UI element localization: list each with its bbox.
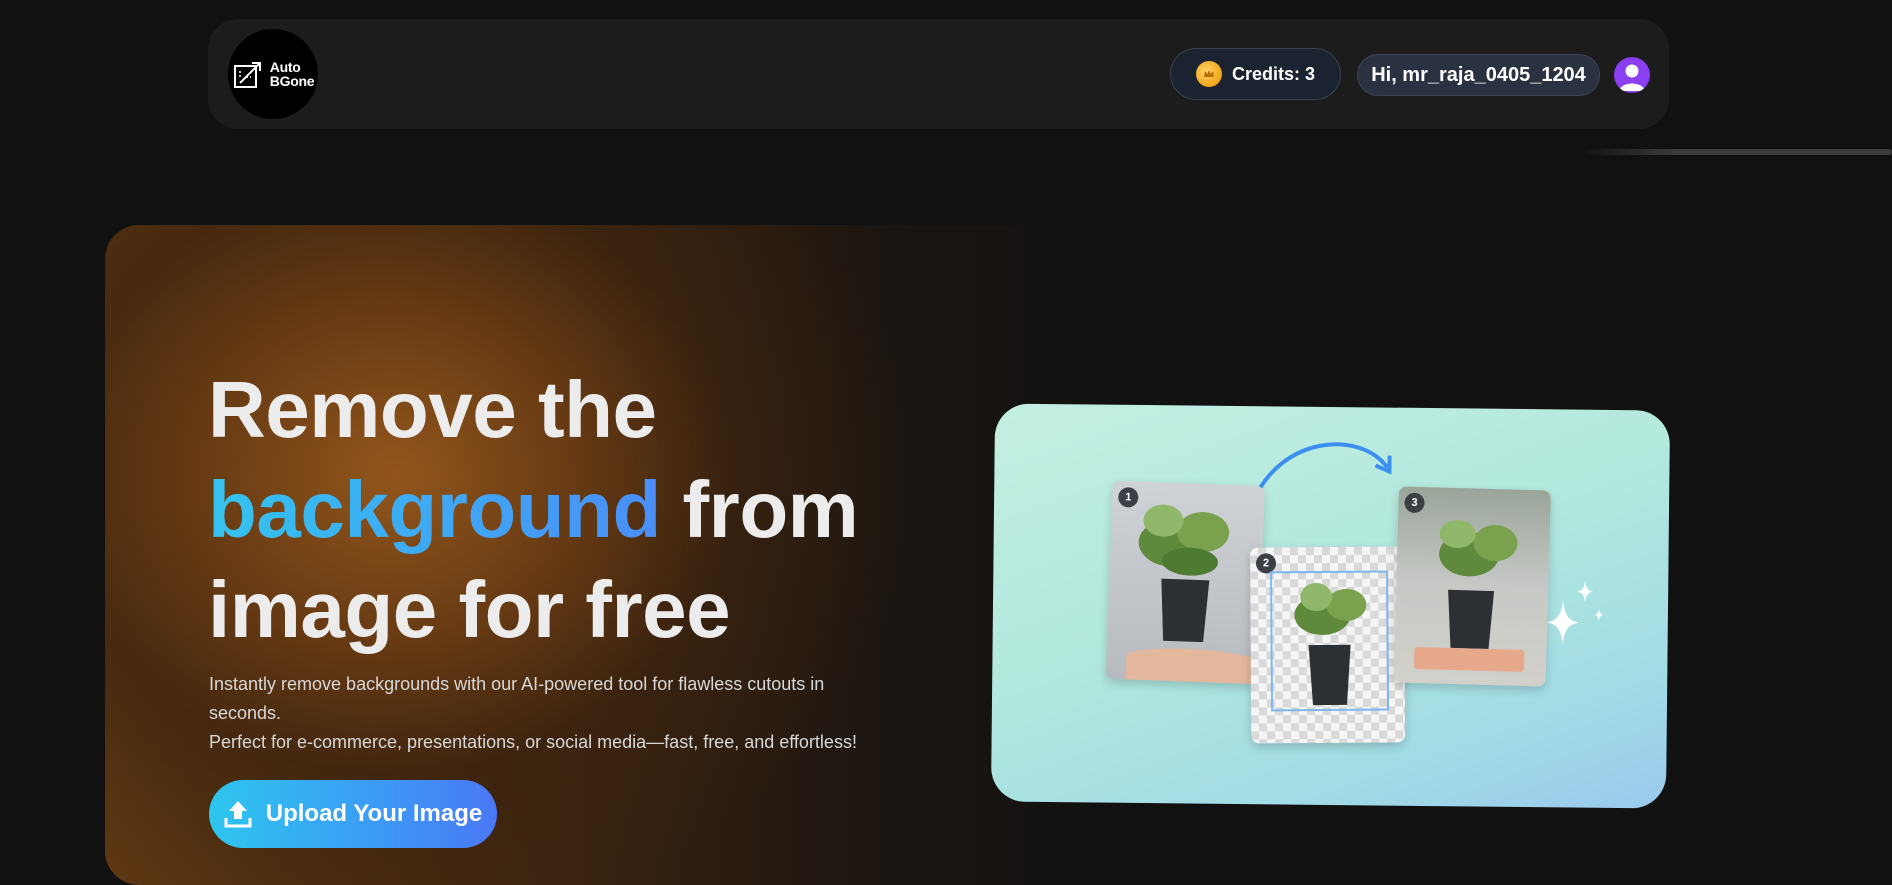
coin-icon	[1195, 61, 1222, 87]
credits-badge[interactable]: Credits: 3	[1170, 48, 1341, 100]
potted-plant-icon	[1413, 520, 1525, 672]
hero-title-accent: background	[208, 465, 661, 554]
cutout-photo: 2	[1249, 546, 1406, 744]
selection-box	[1270, 570, 1390, 712]
upload-image-button[interactable]: Upload Your Image	[209, 780, 497, 848]
user-greeting[interactable]: Hi, mr_raja_0405_1204	[1357, 54, 1600, 96]
hero-title-part1: Remove the	[208, 365, 657, 454]
upload-button-label: Upload Your Image	[265, 800, 483, 827]
person-icon	[1619, 64, 1645, 91]
brand-name: Auto BGone	[269, 59, 315, 89]
upload-icon	[224, 801, 252, 828]
user-avatar-icon[interactable]	[1614, 57, 1650, 93]
top-navbar: Auto BGone Credits: 3 Hi, mr_raja_0405_1…	[208, 19, 1669, 129]
potted-plant-icon	[1125, 504, 1257, 685]
brand-name-line2: BGone	[269, 73, 315, 89]
crop-arrow-icon	[233, 62, 261, 88]
user-greeting-text: Hi, mr_raja_0405_1204	[1371, 63, 1586, 86]
hero-title-part3: image for free	[208, 565, 731, 654]
credits-label: Credits: 3	[1231, 63, 1316, 84]
curved-arrow-icon	[1251, 442, 1392, 503]
result-photo: 3	[1393, 486, 1551, 687]
hero-description-line2: Perfect for e-commerce, presentations, o…	[209, 732, 857, 752]
crown-icon	[1203, 70, 1214, 77]
header-divider	[1580, 149, 1892, 155]
hero-title-part2: from	[660, 465, 859, 554]
brand-logo[interactable]: Auto BGone	[228, 29, 318, 119]
sparkle-icon	[1546, 580, 1603, 645]
hero-title: Remove the background from image for fre…	[208, 360, 908, 660]
hero-description-line1: Instantly remove backgrounds with our AI…	[209, 674, 825, 723]
original-photo: 1	[1105, 480, 1265, 685]
hero-description: Instantly remove backgrounds with our AI…	[209, 670, 889, 757]
brand-name-line1: Auto	[269, 59, 301, 75]
before-after-illustration: 1 2 3	[990, 403, 1671, 809]
